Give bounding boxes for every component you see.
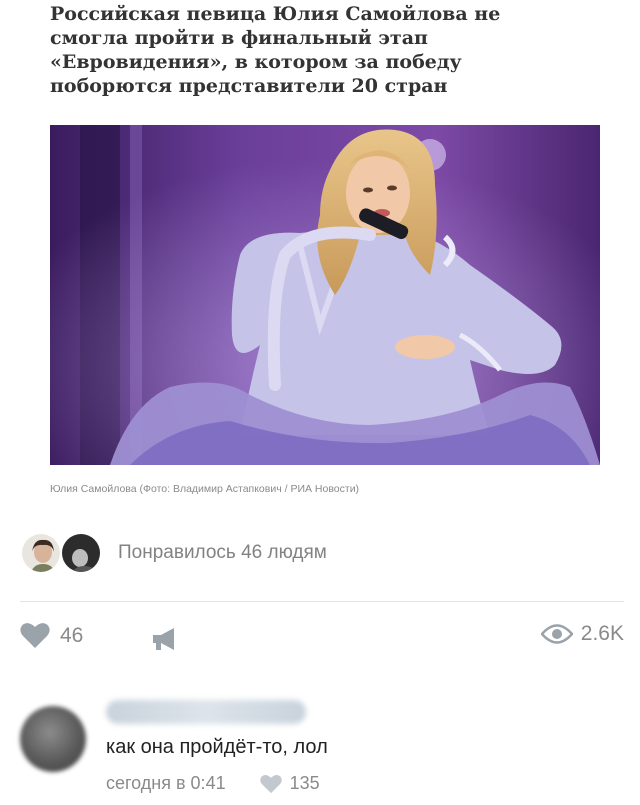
- singer-on-stage-image: [50, 125, 600, 465]
- divider: [20, 601, 624, 602]
- comment-text: как она пройдёт-то, лол: [106, 736, 328, 758]
- avatar[interactable]: [60, 532, 102, 574]
- eye-icon: [540, 624, 573, 644]
- like-count: 46: [60, 623, 84, 647]
- commenter-avatar[interactable]: [20, 706, 86, 772]
- comment-time[interactable]: сегодня в 0:41: [106, 773, 226, 794]
- megaphone-icon: [153, 628, 174, 650]
- views-count: 2.6K: [580, 622, 624, 645]
- post-actions: 46 2.6K: [20, 622, 624, 658]
- user-photo-image: [62, 534, 100, 572]
- heart-icon: [259, 774, 282, 793]
- liked-by-text[interactable]: Понравилось 46 людям: [118, 542, 327, 564]
- liked-by-row[interactable]: Понравилось 46 людям: [20, 532, 620, 576]
- article-headline: Российская певица Юлия Самойлова не смог…: [50, 3, 501, 97]
- comment-like-button[interactable]: 135: [259, 773, 320, 794]
- heart-icon: [20, 623, 50, 648]
- commenter-name-blurred[interactable]: [106, 700, 306, 724]
- user-photo-image: [22, 534, 60, 572]
- article-photo[interactable]: [50, 125, 600, 465]
- share-button[interactable]: [150, 626, 180, 657]
- avatar[interactable]: [20, 532, 62, 574]
- photo-caption: Юлия Самойлова (Фото: Владимир Астапкови…: [50, 483, 360, 495]
- comment: как она пройдёт-то, лол сегодня в 0:41 1…: [20, 700, 624, 800]
- comment-like-count: 135: [289, 773, 320, 793]
- like-button[interactable]: 46: [20, 622, 83, 649]
- comment-meta: сегодня в 0:41 135: [106, 773, 320, 794]
- views-counter: 2.6K: [540, 622, 624, 646]
